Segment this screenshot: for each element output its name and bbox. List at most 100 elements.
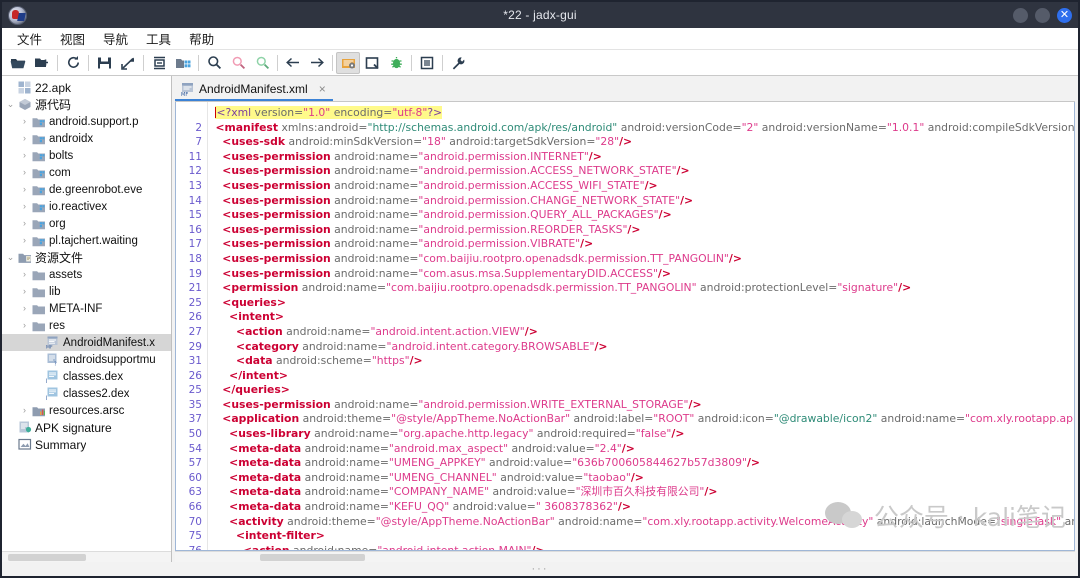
tab-close-icon[interactable]: × [319, 82, 326, 96]
code-token: <activity [229, 514, 284, 528]
tree-node-androidx[interactable]: › androidx [2, 130, 171, 147]
code-token: android:compileSdkVersion= [924, 120, 1074, 134]
search-class-icon[interactable] [226, 52, 250, 74]
tree-node-lib[interactable]: › lib [2, 283, 171, 300]
resize-grip[interactable]: ··· [532, 563, 549, 575]
menu-navigation[interactable]: 导航 [94, 27, 137, 50]
reload-icon[interactable] [61, 52, 85, 74]
tree-expand-arrow-icon[interactable]: › [18, 321, 31, 330]
debugger-icon[interactable] [384, 52, 408, 74]
line-number: 2 [195, 121, 202, 134]
code-token: android:targetSdkVersion= [445, 135, 596, 149]
tree-node-classes2-dex[interactable]: Jclasses2.dex [2, 385, 171, 402]
code-token: <action [236, 324, 283, 338]
code-token: android:protectionLevel= [696, 281, 838, 295]
forward-arrow-icon[interactable] [305, 52, 329, 74]
tree-expand-arrow-icon[interactable]: › [18, 202, 31, 211]
tree-node-io-reactivex[interactable]: › io.reactivex [2, 198, 171, 215]
tree-node-pl-tajchert[interactable]: › pl.tajchert.waiting [2, 232, 171, 249]
close-button[interactable]: ✕ [1057, 7, 1072, 23]
tree-node-assets[interactable]: › assets [2, 266, 171, 283]
code-token: android:name= [301, 485, 389, 499]
save-all-icon[interactable] [92, 52, 116, 74]
search-comment-icon[interactable] [250, 52, 274, 74]
tree-node-apk-signature[interactable]: APK signature [2, 419, 171, 436]
apk-icon [17, 81, 32, 94]
tree-horizontal-scrollbar[interactable] [2, 551, 171, 562]
tree-node-classes-dex[interactable]: Jclasses.dex [2, 368, 171, 385]
sources-icon [17, 98, 32, 111]
maximize-button[interactable] [1035, 7, 1050, 23]
tree-node-bolts[interactable]: › bolts [2, 147, 171, 164]
window-title: *22 - jadx-gui [503, 8, 577, 22]
toolbar-separator [198, 54, 199, 71]
tab-android-manifest[interactable]: MF AndroidManifest.xml × [175, 79, 333, 101]
code-token: "com.xly.rootapp.app.RootApp" [965, 412, 1074, 426]
tree-expand-arrow-icon[interactable]: › [18, 151, 31, 160]
tree-node-summary[interactable]: Summary [2, 436, 171, 453]
tree-expand-arrow-icon[interactable]: › [18, 304, 31, 313]
preferences-icon[interactable] [446, 52, 470, 74]
tree-node-sources[interactable]: ⌄ 源代码 [2, 96, 171, 113]
tree-expand-arrow-icon[interactable]: › [18, 287, 31, 296]
code-editor[interactable]: 2 7 11 12 13 14 15 16 17 18 19 21 25 26 27 29 31 26 25 35 37… [175, 102, 1075, 551]
tree-expand-arrow-icon[interactable]: › [18, 270, 31, 279]
code-token: <uses-permission [222, 222, 331, 236]
tree-expand-arrow-icon[interactable]: › [18, 185, 31, 194]
tree-node-meta-inf[interactable]: › META-INF [2, 300, 171, 317]
tree-node-label: AndroidManifest.x [63, 336, 156, 349]
line-number: 17 [188, 238, 202, 251]
tree-node-de-greenrobot[interactable]: › de.greenrobot.eve [2, 181, 171, 198]
tree-node-label: de.greenrobot.eve [49, 183, 143, 196]
menu-tools[interactable]: 工具 [137, 27, 180, 50]
tree-node-apk[interactable]: 22.apk [2, 79, 171, 96]
code-line: <action android:name="android.intent.act… [212, 325, 1074, 340]
log-viewer-icon[interactable] [415, 52, 439, 74]
code-horizontal-scrollbar[interactable] [175, 551, 1075, 562]
code-scroll-thumb[interactable] [260, 554, 365, 561]
tree-expand-arrow-icon[interactable]: ⌄ [4, 100, 17, 109]
menu-file[interactable]: 文件 [8, 27, 51, 50]
code-token: <uses-permission [222, 251, 331, 265]
code-content[interactable]: <?xml version="1.0" encoding="utf-8"?> <… [208, 102, 1074, 550]
code-token: "android.permission.ACCESS_NETWORK_STATE… [418, 164, 677, 178]
flatten-packages-icon[interactable] [171, 52, 195, 74]
tree-node-com[interactable]: › com [2, 164, 171, 181]
tree-node-android-support[interactable]: › android.support.p [2, 113, 171, 130]
quark-engine-icon[interactable] [360, 52, 384, 74]
project-tree-pane: 22.apk ⌄ 源代码 › android.support.p › androidx › bo… [2, 76, 172, 562]
tree-node-label: assets [49, 268, 83, 281]
tree-node-androidsupportmultidex[interactable]: ? androidsupportmu [2, 351, 171, 368]
minimize-button[interactable] [1013, 7, 1028, 23]
tree-scroll-thumb[interactable] [8, 554, 86, 561]
deobfuscation-icon[interactable] [336, 51, 360, 74]
tree-expand-arrow-icon[interactable]: › [18, 219, 31, 228]
search-icon[interactable] [202, 52, 226, 74]
tree-node-org[interactable]: › org [2, 215, 171, 232]
code-token: "android.max_aspect" [388, 441, 509, 455]
project-tree[interactable]: 22.apk ⌄ 源代码 › android.support.p › androidx › bo… [2, 76, 171, 551]
tree-expand-arrow-icon[interactable]: › [18, 406, 31, 415]
tree-node-resources-arsc[interactable]: › resources.arsc [2, 402, 171, 419]
sync-icon[interactable] [147, 52, 171, 74]
open-file-icon[interactable] [6, 52, 30, 74]
tree-node-android-manifest[interactable]: MF AndroidManifest.x [2, 334, 171, 351]
tree-expand-arrow-icon[interactable]: › [18, 236, 31, 245]
tree-expand-arrow-icon[interactable]: › [18, 117, 31, 126]
code-token: /> [588, 149, 602, 163]
menu-view[interactable]: 视图 [51, 27, 94, 50]
back-arrow-icon[interactable] [281, 52, 305, 74]
tree-node-resources[interactable]: ⌄ 资源文件 [2, 249, 171, 266]
code-token: /> [676, 164, 690, 178]
tree-node-label: Summary [35, 437, 87, 452]
menu-help[interactable]: 帮助 [180, 27, 223, 50]
tree-node-res[interactable]: › res [2, 317, 171, 334]
tree-node-label: com [49, 166, 71, 179]
export-gradle-icon[interactable] [116, 52, 140, 74]
folder-icon [31, 303, 46, 315]
tree-expand-arrow-icon[interactable]: › [18, 168, 31, 177]
open-project-icon[interactable] [30, 52, 54, 74]
tree-expand-arrow-icon[interactable]: ⌄ [4, 253, 17, 262]
tree-expand-arrow-icon[interactable]: › [18, 134, 31, 143]
code-token: "1.0.1" [886, 120, 925, 134]
